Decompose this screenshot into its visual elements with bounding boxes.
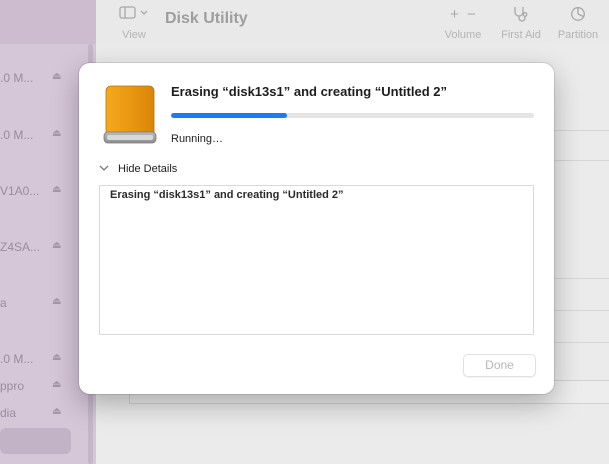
- sidebar-item-label: .0 M...: [0, 352, 34, 366]
- view-label: View: [122, 29, 146, 41]
- sidebar-toggle-icon: [116, 6, 152, 24]
- sidebar-item-label: V1A0...: [0, 184, 40, 198]
- sidebar-header: [0, 0, 96, 44]
- sidebar-item[interactable]: Z4SA... ⏏: [0, 238, 86, 258]
- eject-icon[interactable]: ⏏: [52, 406, 61, 417]
- status-text: Running…: [171, 133, 223, 145]
- hide-details-toggle[interactable]: Hide Details: [99, 163, 177, 175]
- divider: [554, 342, 609, 343]
- eject-icon[interactable]: ⏏: [52, 184, 61, 195]
- toolbar: View Disk Utility + − Volume First Aid P…: [96, 0, 609, 44]
- divider: [554, 130, 609, 131]
- eject-icon[interactable]: ⏏: [52, 379, 61, 390]
- sidebar-item[interactable]: a ⏏: [0, 294, 86, 314]
- sidebar-item[interactable]: .0 M... ⏏: [0, 350, 86, 370]
- sidebar-item-label: .0 M...: [0, 71, 34, 85]
- hide-details-label: Hide Details: [118, 163, 178, 175]
- sidebar-item-label: a: [0, 296, 7, 310]
- sidebar-item[interactable]: .0 M... ⏏: [0, 69, 86, 89]
- divider: [554, 278, 609, 279]
- divider: [554, 310, 609, 311]
- sidebar-item-label: .0 M...: [0, 128, 34, 142]
- sidebar-item[interactable]: .0 M... ⏏: [0, 126, 86, 146]
- partition-icon: [553, 6, 603, 24]
- done-button[interactable]: Done: [463, 354, 536, 377]
- chevron-down-icon: [99, 163, 111, 175]
- details-log-line: Erasing “disk13s1” and creating “Untitle…: [110, 189, 344, 201]
- partition-label: Partition: [557, 29, 599, 41]
- plus-icon: +: [450, 6, 459, 23]
- progress-fill: [171, 113, 288, 118]
- eject-icon[interactable]: ⏏: [52, 128, 61, 139]
- volume-button[interactable]: + − Volume: [438, 6, 488, 41]
- eject-icon[interactable]: ⏏: [52, 296, 61, 307]
- sidebar-item[interactable]: dia ⏏: [0, 404, 86, 424]
- sidebar-item-label: dia: [0, 406, 17, 420]
- sidebar-item-label: Z4SA...: [0, 240, 41, 254]
- eject-icon[interactable]: ⏏: [52, 71, 61, 82]
- divider: [554, 160, 609, 161]
- external-drive-icon: [101, 85, 159, 145]
- stethoscope-icon: [496, 6, 546, 24]
- eject-icon[interactable]: ⏏: [52, 352, 61, 363]
- sidebar-selected-item[interactable]: [0, 428, 71, 454]
- erase-progress-dialog: Erasing “disk13s1” and creating “Untitle…: [79, 63, 554, 394]
- first-aid-button[interactable]: First Aid: [496, 6, 546, 41]
- eject-icon[interactable]: ⏏: [52, 240, 61, 251]
- app-title: Disk Utility: [165, 10, 248, 27]
- sidebar-item[interactable]: V1A0... ⏏: [0, 182, 86, 202]
- progress-bar: [171, 113, 534, 118]
- first-aid-label: First Aid: [501, 29, 541, 41]
- minus-icon: −: [467, 6, 476, 23]
- view-button[interactable]: View: [116, 6, 152, 41]
- volume-add-remove-icon: + −: [438, 6, 488, 24]
- details-log-box[interactable]: Erasing “disk13s1” and creating “Untitle…: [99, 185, 534, 335]
- sidebar-item-label: ppro: [0, 379, 25, 393]
- sidebar-item[interactable]: ppro ⏏: [0, 377, 86, 397]
- volume-label: Volume: [444, 29, 482, 41]
- dialog-title: Erasing “disk13s1” and creating “Untitle…: [171, 84, 447, 99]
- partition-button[interactable]: Partition: [553, 6, 603, 41]
